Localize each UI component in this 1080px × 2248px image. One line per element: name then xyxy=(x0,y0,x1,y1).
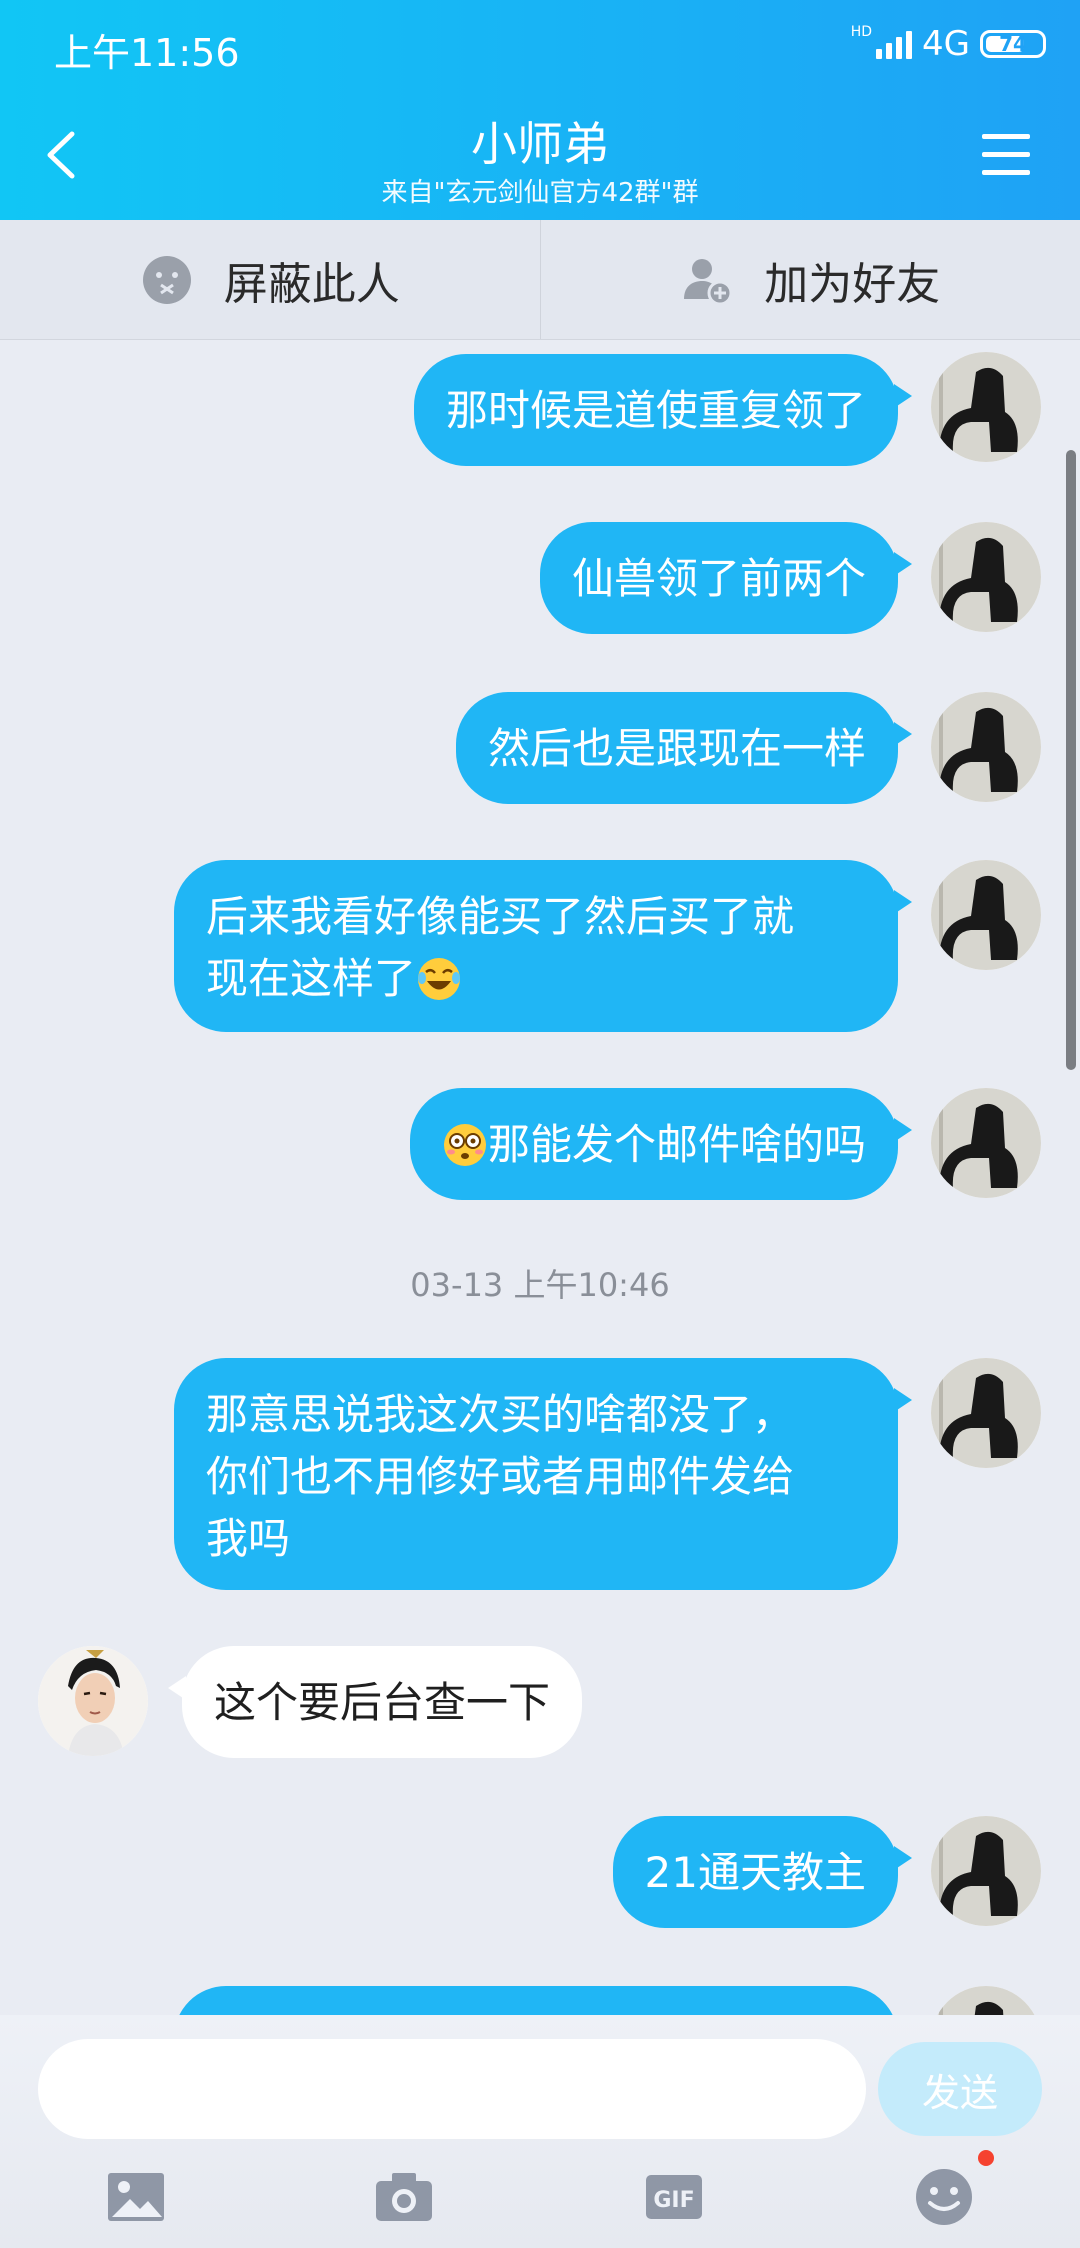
gif-icon[interactable]: GIF xyxy=(642,2165,706,2229)
my-avatar[interactable] xyxy=(931,1816,1041,1926)
network-label: 4G xyxy=(922,24,970,64)
my-avatar[interactable] xyxy=(931,692,1041,802)
my-avatar[interactable] xyxy=(931,860,1041,970)
input-area: 发送 GIF xyxy=(0,2015,1080,2248)
menu-icon[interactable] xyxy=(982,134,1030,178)
message-bubble[interactable]: 然后也是跟现在一样 xyxy=(455,692,913,804)
block-user-label: 屏蔽此人 xyxy=(223,258,400,310)
signal-icon xyxy=(876,29,913,59)
status-time: 上午11:56 xyxy=(54,31,240,75)
message-bubble[interactable]: 那意思说我这次买的啥都没了， 你们也不用修好或者用邮件发给 我吗 xyxy=(174,1358,912,1590)
emoji-icon[interactable] xyxy=(912,2165,976,2229)
flushed-emoji-icon xyxy=(443,1123,486,1166)
action-bar: 屏蔽此人 加为好友 xyxy=(0,220,1080,340)
chat-title: 小师弟 xyxy=(471,117,609,171)
message-text-line: 现在这样了 xyxy=(206,954,417,1003)
image-icon[interactable] xyxy=(104,2165,168,2229)
message-timestamp: 03-13 上午10:46 xyxy=(410,1266,670,1304)
hd-label: HD xyxy=(850,24,873,40)
message-text-line: 那意思说我这次买的啥都没了， xyxy=(206,1390,795,1439)
my-avatar[interactable] xyxy=(931,1358,1041,1468)
block-user-button[interactable]: 屏蔽此人 xyxy=(0,220,541,339)
laughing-tears-emoji-icon xyxy=(418,957,461,1000)
svg-text:GIF: GIF xyxy=(653,2188,694,2213)
chat-scrollbar[interactable] xyxy=(1066,450,1076,1070)
message-text: 这个要后台查一下 xyxy=(214,1678,551,1727)
camera-icon[interactable] xyxy=(372,2165,436,2229)
message-bubble[interactable]: 那时候是道使重复领了 xyxy=(413,354,913,466)
message-text: 仙兽领了前两个 xyxy=(571,554,866,603)
message-text-line: 我吗 xyxy=(206,1514,291,1563)
add-friend-label: 加为好友 xyxy=(764,258,941,310)
battery-level: 74 xyxy=(999,32,1027,56)
message-text: 21通天教主 xyxy=(644,1848,866,1897)
top-bar: 上午11:56 HD 4G 74 小师弟 来自"玄元剑仙官方42群"群 xyxy=(0,0,1080,220)
add-user-icon xyxy=(684,258,733,305)
message-bubble[interactable]: 21通天教主 xyxy=(612,1816,913,1928)
message-text: 然后也是跟现在一样 xyxy=(487,724,866,773)
my-avatar[interactable] xyxy=(931,522,1041,632)
block-face-icon xyxy=(142,255,191,304)
message-text: 那时候是道使重复领了 xyxy=(445,386,866,435)
my-avatar[interactable] xyxy=(931,352,1041,462)
send-button[interactable]: 发送 xyxy=(878,2042,1042,2136)
message-bubble[interactable]: 那能发个邮件啥的吗 xyxy=(409,1088,913,1200)
notification-dot xyxy=(978,2150,994,2166)
message-text-line: 你们也不用修好或者用邮件发给 xyxy=(206,1452,795,1501)
sender-avatar[interactable] xyxy=(38,1646,148,1756)
my-avatar[interactable] xyxy=(931,1088,1041,1198)
chat-messages[interactable]: 那时候是道使重复领了 仙兽领了前两个 然后也是跟现在一样 后来我看好像能买了然后… xyxy=(0,340,1080,2015)
message-text: 那能发个邮件啥的吗 xyxy=(487,1120,866,1169)
message-input[interactable] xyxy=(38,2039,866,2139)
status-icons: HD 4G 74 xyxy=(851,24,1046,64)
chat-subtitle: 来自"玄元剑仙官方42群"群 xyxy=(381,178,699,208)
battery-icon: 74 xyxy=(980,30,1046,58)
message-bubble[interactable]: 这个要后台查一下 xyxy=(167,1646,583,1758)
add-friend-button[interactable]: 加为好友 xyxy=(541,220,1080,339)
message-bubble[interactable]: 后来我看好像能买了然后买了就 现在这样了 xyxy=(174,860,912,1032)
message-bubble[interactable]: 仙兽领了前两个 xyxy=(539,522,913,634)
my-avatar[interactable] xyxy=(931,1986,1041,2015)
message-bubble-partial[interactable] xyxy=(174,1986,898,2015)
message-text-line: 后来我看好像能买了然后买了就 xyxy=(206,892,795,941)
